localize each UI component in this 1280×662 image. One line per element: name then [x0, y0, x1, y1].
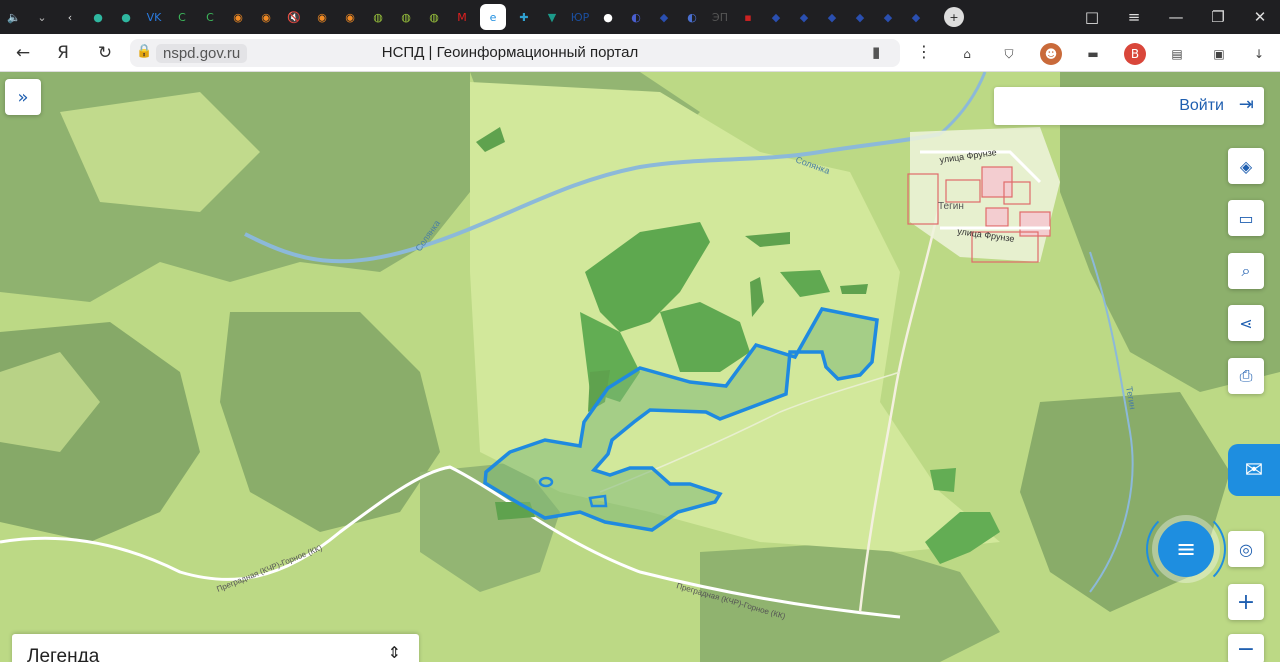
- close-icon[interactable]: ✕: [1240, 0, 1280, 34]
- login-button[interactable]: Войти ⇥: [994, 87, 1264, 125]
- orange-icon[interactable]: ◉: [340, 7, 360, 27]
- app-icon[interactable]: ✚: [514, 7, 534, 27]
- chat-button[interactable]: ≡: [1158, 521, 1214, 577]
- red-icon[interactable]: ▪: [738, 7, 758, 27]
- legend-label: Легенда: [27, 646, 100, 662]
- restore-icon[interactable]: ❐: [1198, 0, 1238, 34]
- sphere-icon[interactable]: ◍: [396, 7, 416, 27]
- extension-icon[interactable]: ▣: [1208, 43, 1230, 65]
- sphere-icon[interactable]: ◍: [424, 7, 444, 27]
- extension-icon[interactable]: ▬: [1082, 43, 1104, 65]
- app-icon[interactable]: C: [200, 7, 220, 27]
- app-icon[interactable]: C: [172, 7, 192, 27]
- tab-list-icon[interactable]: □: [1072, 0, 1112, 34]
- vk-icon[interactable]: VK: [144, 7, 164, 27]
- shield-icon[interactable]: ▼: [542, 7, 562, 27]
- print-button[interactable]: ⎙: [1228, 358, 1264, 394]
- download-icon[interactable]: ↓: [1248, 43, 1270, 65]
- shield-extension-icon[interactable]: ⛉: [998, 43, 1020, 65]
- expand-panel-button[interactable]: »: [5, 79, 41, 115]
- locate-icon: ◎: [1239, 539, 1253, 559]
- page-title: НСПД | Геоинформационный портал: [381, 44, 639, 61]
- locate-button[interactable]: ◎: [1228, 531, 1264, 567]
- chat-icon: ≡: [1175, 535, 1197, 563]
- sphere-icon[interactable]: ◍: [368, 7, 388, 27]
- search-area-icon: ⌕: [1241, 261, 1251, 280]
- orange-icon[interactable]: ◉: [312, 7, 332, 27]
- map-canvas[interactable]: Солянка Солянка улица Фрунзе улица Фрунз…: [0, 72, 1280, 662]
- menu-icon[interactable]: ≡: [1114, 0, 1154, 34]
- chevron-down-icon[interactable]: ⌄: [32, 7, 52, 27]
- minimize-icon[interactable]: —: [1156, 0, 1196, 34]
- village-label: Тегин: [938, 201, 964, 212]
- share-icon: ⋖: [1239, 313, 1253, 333]
- feedback-badge[interactable]: ✉: [1228, 444, 1280, 496]
- extension-icon[interactable]: B: [1124, 43, 1146, 65]
- m-icon[interactable]: M: [452, 7, 472, 27]
- new-tab-icon[interactable]: +: [944, 7, 964, 27]
- login-label: Войти: [1179, 97, 1224, 114]
- app-icon[interactable]: ◐: [682, 7, 702, 27]
- zoom-in-icon: +: [1236, 589, 1256, 615]
- ruler-icon: ▭: [1238, 208, 1254, 228]
- nor-icon[interactable]: ЮР: [570, 7, 590, 27]
- speaker-icon[interactable]: 🔈: [4, 7, 24, 27]
- emblem-icon[interactable]: ◆: [822, 7, 842, 27]
- search-area-button[interactable]: ⌕: [1228, 253, 1264, 289]
- orange-icon[interactable]: ◉: [256, 7, 276, 27]
- share-button[interactable]: ⋖: [1228, 305, 1264, 341]
- emblem-icon[interactable]: ◆: [654, 7, 674, 27]
- app-icon[interactable]: ●: [116, 7, 136, 27]
- mute-icon[interactable]: 🔇: [284, 7, 304, 27]
- login-icon: ⇥: [1238, 94, 1254, 115]
- emblem-icon[interactable]: ◆: [878, 7, 898, 27]
- orange-icon[interactable]: ◉: [228, 7, 248, 27]
- emblem-icon[interactable]: ◆: [906, 7, 926, 27]
- app-icon[interactable]: ●: [88, 7, 108, 27]
- back-arrow-icon[interactable]: ‹: [60, 7, 80, 27]
- ruler-button[interactable]: ▭: [1228, 200, 1264, 236]
- emblem-icon[interactable]: ◆: [766, 7, 786, 27]
- layers-icon: ◈: [1239, 156, 1253, 176]
- bookmark-icon[interactable]: ▮: [872, 43, 880, 61]
- extension-icon[interactable]: ⌂: [956, 43, 978, 65]
- zoom-in-button[interactable]: +: [1228, 584, 1264, 620]
- et-icon[interactable]: ЭП: [710, 7, 730, 27]
- chevron-updown-icon[interactable]: ⇕: [388, 643, 401, 662]
- legend-panel[interactable]: Легенда ⇕: [12, 634, 419, 662]
- extension-icon[interactable]: ▤: [1166, 43, 1188, 65]
- active-tab-icon[interactable]: e: [480, 4, 506, 30]
- avatar-extension-icon[interactable]: ☻: [1040, 43, 1062, 65]
- layers-button[interactable]: ◈: [1228, 148, 1264, 184]
- app-icon[interactable]: ◐: [626, 7, 646, 27]
- feedback-icon: ✉: [1244, 457, 1264, 483]
- more-icon[interactable]: ⋮: [916, 42, 932, 61]
- address-bar: ← Я ↻ 🔒 nspd.gov.ru НСПД | Геоинформацио…: [0, 34, 1280, 72]
- map-viewport[interactable]: Солянка Солянка улица Фрунзе улица Фрунз…: [0, 72, 1280, 662]
- zoom-out-icon: −: [1236, 636, 1256, 662]
- app-icon[interactable]: ●: [598, 7, 618, 27]
- print-icon: ⎙: [1239, 366, 1253, 385]
- emblem-icon[interactable]: ◆: [850, 7, 870, 27]
- emblem-icon[interactable]: ◆: [794, 7, 814, 27]
- zoom-out-button[interactable]: −: [1228, 634, 1264, 662]
